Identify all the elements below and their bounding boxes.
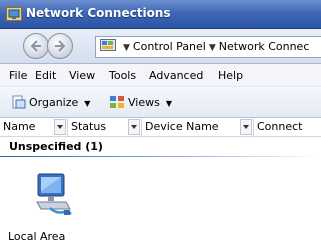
menu-tools[interactable]: Tools	[109, 69, 136, 82]
group-header[interactable]: Unspecified (1)	[9, 140, 103, 153]
control-panel-icon	[100, 39, 116, 51]
organize-button[interactable]: Organize ▼	[12, 95, 90, 111]
network-connections-icon	[6, 7, 22, 21]
menu-advanced[interactable]: Advanced	[149, 69, 203, 82]
chevron-down-icon: ▼	[165, 99, 172, 108]
network-adapter-icon[interactable]	[34, 172, 74, 216]
column-header-label: Connect	[257, 120, 303, 133]
organize-label: Organize	[29, 96, 79, 109]
menu-edit[interactable]: Edit	[35, 69, 56, 82]
menu-bar: File Edit View Tools Advanced Help	[0, 64, 321, 87]
chevron-down-icon[interactable]: ▼	[123, 43, 130, 53]
forward-button[interactable]	[47, 33, 73, 59]
views-icon	[110, 96, 124, 108]
column-header-label: Name	[3, 120, 36, 133]
column-dropdown-button[interactable]	[128, 119, 140, 135]
breadcrumb-control-panel[interactable]: Control Panel	[133, 40, 206, 53]
column-header-connectivity[interactable]: Connect	[254, 118, 321, 136]
views-label: Views	[128, 96, 160, 109]
menu-file[interactable]: File	[9, 69, 27, 82]
menu-help[interactable]: Help	[218, 69, 243, 82]
breadcrumb[interactable]: ▼ Control Panel ▼ Network Connec	[120, 40, 309, 53]
column-headers: Name Status Device Name Connect	[0, 118, 321, 137]
forward-arrow-icon	[55, 40, 66, 52]
connection-label[interactable]: Local Area	[8, 230, 65, 243]
group-divider	[0, 156, 321, 157]
address-input[interactable]: ▼ Control Panel ▼ Network Connec	[95, 36, 321, 58]
column-header-name[interactable]: Name	[0, 118, 68, 136]
views-button[interactable]: Views ▼	[109, 95, 172, 111]
column-header-status[interactable]: Status	[68, 118, 142, 136]
chevron-down-icon[interactable]: ▼	[209, 43, 216, 53]
address-bar: ▼ Control Panel ▼ Network Connec	[0, 29, 321, 64]
column-dropdown-button[interactable]	[240, 119, 252, 135]
back-button[interactable]	[23, 33, 49, 59]
back-arrow-icon	[30, 40, 41, 52]
column-header-label: Status	[71, 120, 107, 133]
menu-view[interactable]: View	[69, 69, 95, 82]
chevron-down-icon: ▼	[84, 99, 91, 108]
toolbar: Organize ▼ Views ▼	[0, 87, 321, 118]
organize-icon	[12, 95, 26, 109]
breadcrumb-network-connections[interactable]: Network Connec	[219, 40, 310, 53]
title-bar[interactable]: Network Connections	[0, 0, 321, 29]
window-title: Network Connections	[26, 6, 171, 20]
column-dropdown-button[interactable]	[54, 119, 66, 135]
column-header-label: Device Name	[145, 120, 219, 133]
column-header-device-name[interactable]: Device Name	[142, 118, 254, 136]
